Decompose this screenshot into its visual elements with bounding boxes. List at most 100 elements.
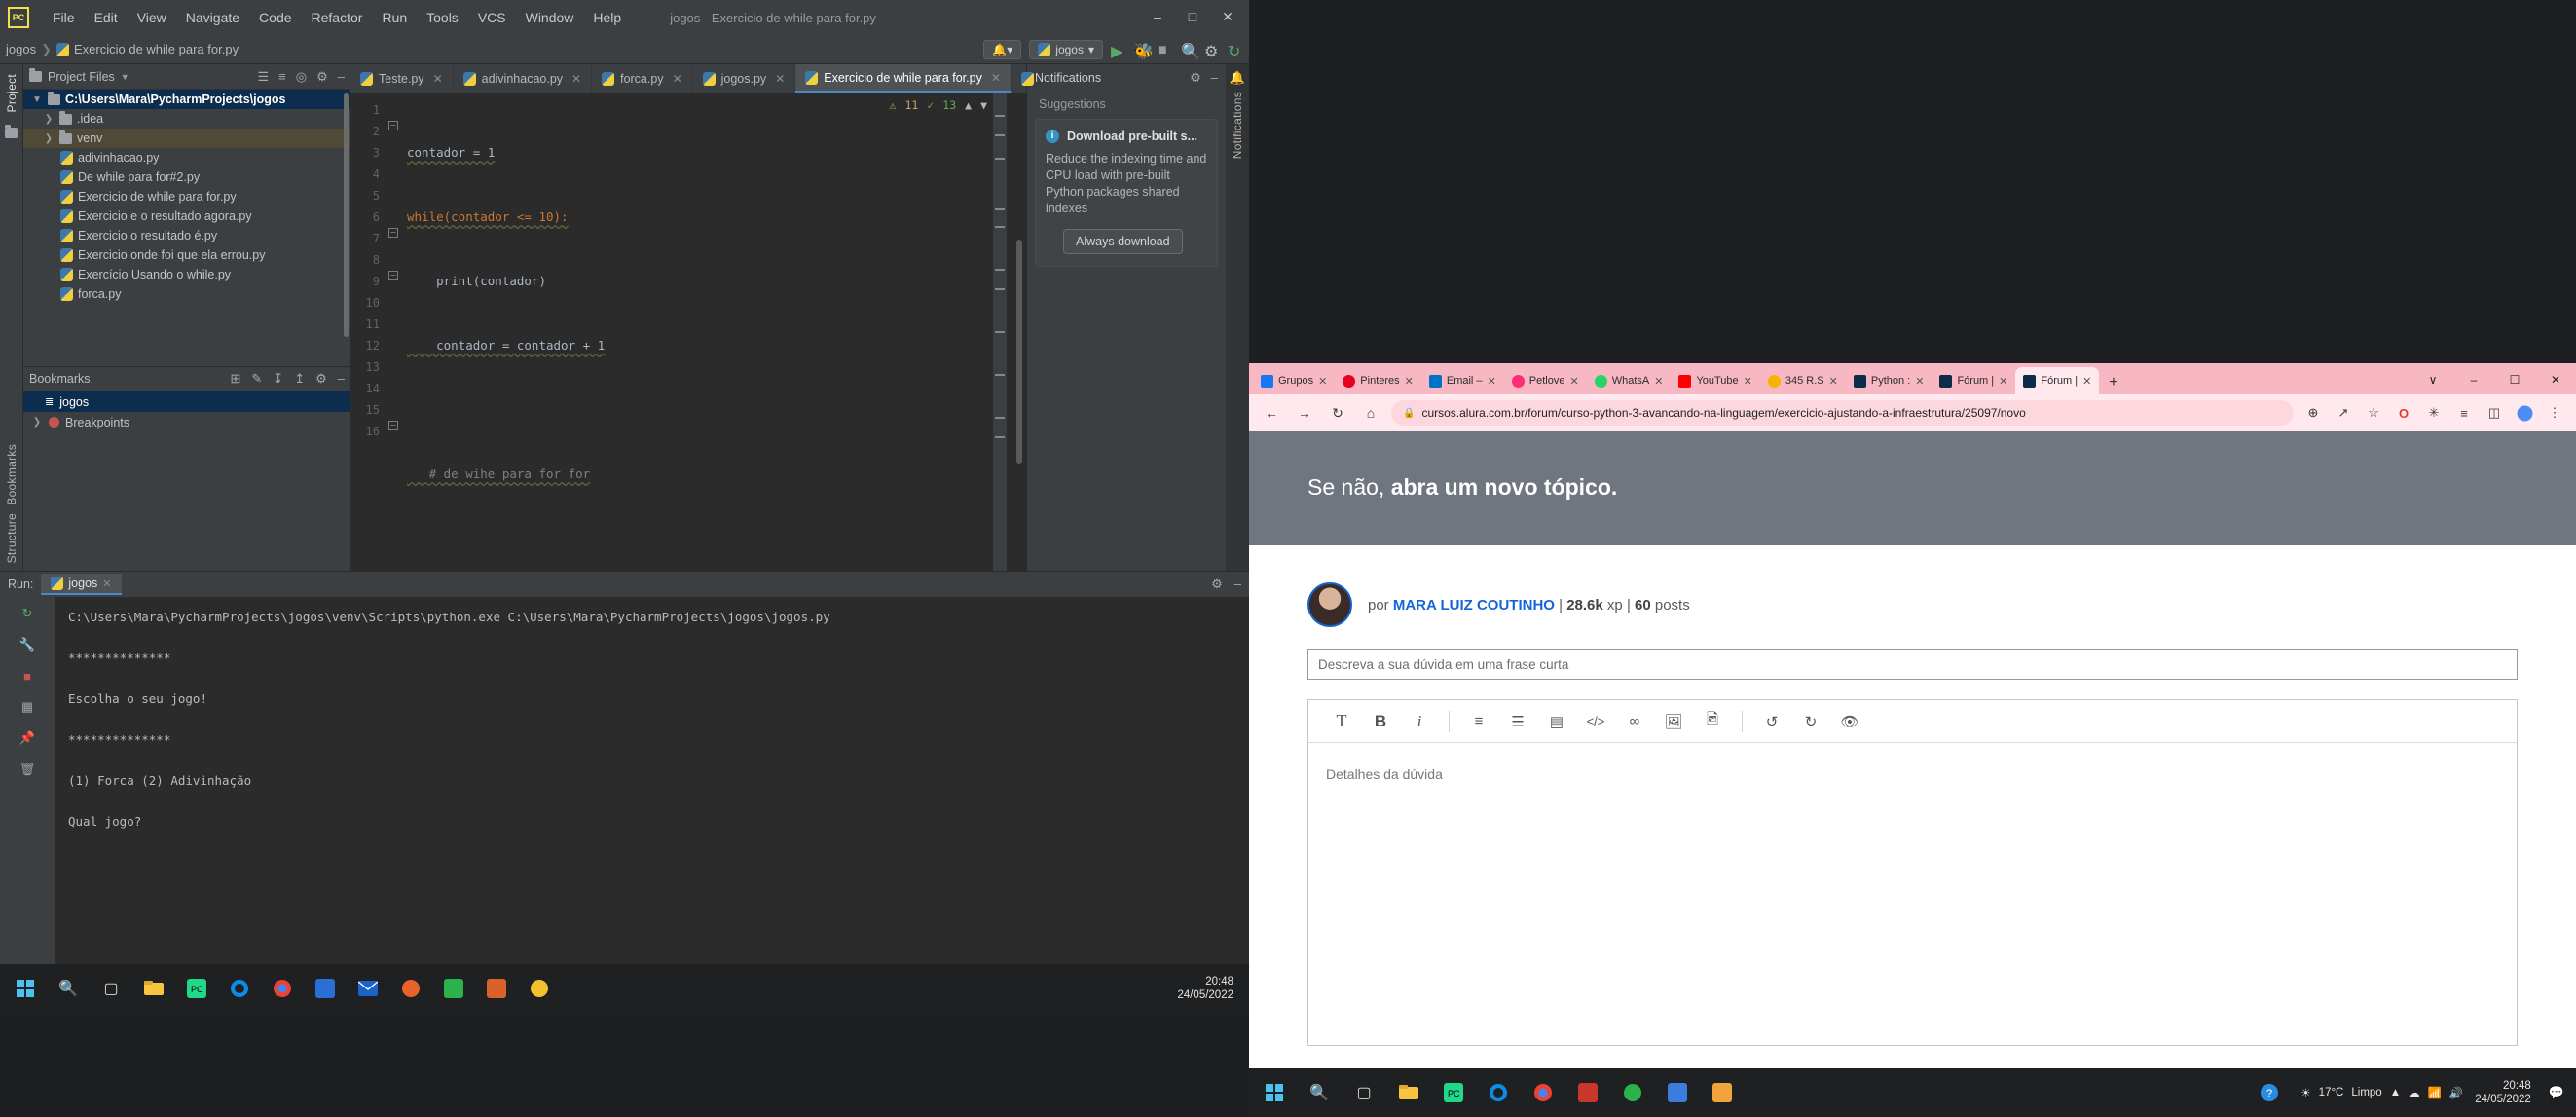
breadcrumb-file[interactable]: Exercicio de while para for.py bbox=[74, 42, 239, 56]
chrome-tab-forum-1[interactable]: Fórum | ✕ bbox=[1932, 367, 2015, 394]
menu-refactor[interactable]: Refactor bbox=[302, 6, 373, 29]
edge-icon[interactable] bbox=[220, 969, 259, 1008]
tree-row-root[interactable]: ▼ C:\Users\Mara\PycharmProjects\jogos bbox=[23, 90, 350, 109]
onedrive-icon[interactable]: ☁ bbox=[2409, 1086, 2420, 1099]
help-icon[interactable]: ? bbox=[2250, 1073, 2289, 1112]
notification-card[interactable]: i Download pre-built s... Reduce the ind… bbox=[1035, 119, 1218, 267]
topic-title-input[interactable]: Descreva a sua dúvida em uma frase curta bbox=[1307, 649, 2518, 680]
collapse-all-icon[interactable]: ☰ bbox=[258, 69, 270, 85]
editor-inspection-badges[interactable]: ⚠ 11 ✓ 13 ▲ ▼ bbox=[890, 98, 987, 112]
menu-view[interactable]: View bbox=[128, 6, 176, 29]
text-style-icon[interactable]: T bbox=[1322, 700, 1361, 743]
tool-strip-notifications[interactable]: Notifications bbox=[1231, 92, 1244, 159]
tab-search-chevron-icon[interactable]: ∨ bbox=[2412, 365, 2453, 394]
tool-strip-structure[interactable]: Structure bbox=[5, 513, 18, 563]
project-scope-chevron-icon[interactable]: ▼ bbox=[121, 72, 129, 82]
search-icon[interactable]: 🔍 bbox=[49, 969, 88, 1008]
extension-icon[interactable]: ✳ bbox=[2422, 401, 2446, 425]
search-icon[interactable]: 🔍 bbox=[1300, 1073, 1339, 1112]
hide-panel-icon[interactable]: – bbox=[338, 69, 345, 84]
chrome-tab-345rs[interactable]: 345 R.S ✕ bbox=[1760, 367, 1846, 394]
windows-start-icon[interactable] bbox=[6, 969, 45, 1008]
always-download-button[interactable]: Always download bbox=[1063, 229, 1183, 254]
hide-panel-icon[interactable]: – bbox=[1234, 577, 1241, 592]
code-editor[interactable]: 1 2 3 4 5 6 7 8 9 10 11 12 13 14 15 16 –… bbox=[350, 93, 1026, 571]
rerun-icon[interactable]: ↻ bbox=[18, 605, 36, 622]
tree-row-file[interactable]: forca.py bbox=[23, 284, 350, 304]
chrome-icon[interactable] bbox=[1524, 1073, 1563, 1112]
minimize-button[interactable]: – bbox=[2453, 365, 2494, 394]
tool-strip-bookmarks[interactable]: Bookmarks bbox=[5, 444, 18, 505]
stop-icon[interactable]: ■ bbox=[18, 667, 36, 685]
edit-bookmark-icon[interactable]: ✎ bbox=[251, 371, 262, 387]
menu-run[interactable]: Run bbox=[372, 6, 417, 29]
weather-desc[interactable]: Limpo bbox=[2351, 1087, 2381, 1098]
editor-tab-adivinhacao[interactable]: adivinhacao.py ✕ bbox=[454, 64, 593, 93]
task-view-icon[interactable]: ▢ bbox=[1344, 1073, 1383, 1112]
table-icon[interactable]: ▤ bbox=[1537, 700, 1576, 743]
sidebar-icon[interactable]: ◫ bbox=[2483, 401, 2506, 425]
menu-help[interactable]: Help bbox=[583, 6, 631, 29]
settings-gear-icon[interactable]: ⚙ bbox=[1204, 42, 1220, 60]
bullet-list-icon[interactable]: ☰ bbox=[1498, 700, 1537, 743]
git-update-icon[interactable]: ↻ bbox=[1228, 42, 1243, 60]
run-settings-icon[interactable]: ⚙ bbox=[1211, 577, 1223, 592]
edge-icon[interactable] bbox=[1479, 1073, 1518, 1112]
chrome-tab-grupos[interactable]: Grupos ✕ bbox=[1253, 367, 1335, 394]
minimize-button[interactable]: – bbox=[1140, 2, 1175, 31]
app-icon[interactable] bbox=[1568, 1073, 1607, 1112]
opera-icon[interactable]: O bbox=[2392, 401, 2415, 425]
forward-arrow-icon[interactable]: → bbox=[1292, 400, 1317, 426]
author-name[interactable]: MARA LUIZ COUTINHO bbox=[1393, 597, 1555, 614]
bold-icon[interactable]: B bbox=[1361, 700, 1400, 743]
fold-marker-icon[interactable]: – bbox=[388, 271, 398, 280]
app2-icon[interactable] bbox=[1613, 1073, 1652, 1112]
chrome-tab-email[interactable]: Email – ✕ bbox=[1421, 367, 1504, 394]
link-icon[interactable]: ∞ bbox=[1615, 700, 1654, 743]
app3-icon[interactable] bbox=[520, 969, 559, 1008]
code-folding-gutter[interactable]: – – – – bbox=[386, 93, 401, 571]
image-icon[interactable]: 🖼 bbox=[1654, 700, 1693, 743]
app-icon[interactable] bbox=[434, 969, 473, 1008]
tool-strip-project[interactable]: Project bbox=[5, 74, 18, 112]
tree-row-file[interactable]: Exercicio e o resultado agora.py bbox=[23, 206, 350, 226]
tree-row-file[interactable]: Exercicio onde foi que ela errou.py bbox=[23, 245, 350, 265]
undo-icon[interactable]: ↺ bbox=[1752, 700, 1791, 743]
notifications-settings-icon[interactable]: ⚙ bbox=[1190, 70, 1201, 86]
ordered-list-icon[interactable]: ≡ bbox=[1459, 700, 1498, 743]
search-everywhere-icon[interactable]: 🔍 bbox=[1181, 42, 1200, 60]
close-tab-icon[interactable]: ✕ bbox=[571, 72, 581, 86]
topic-body-textarea[interactable]: Detalhes da dúvida bbox=[1308, 743, 2517, 1045]
notifications-chip[interactable]: 🔔▾ bbox=[983, 39, 1022, 59]
menu-navigate[interactable]: Navigate bbox=[176, 6, 249, 29]
project-panel-title[interactable]: Project Files bbox=[48, 70, 115, 84]
close-tab-icon[interactable]: ✕ bbox=[673, 72, 682, 86]
close-tab-icon[interactable]: ✕ bbox=[1405, 375, 1414, 388]
close-tab-icon[interactable]: ✕ bbox=[775, 72, 785, 86]
tree-row-idea[interactable]: ❯ .idea bbox=[23, 109, 350, 129]
chrome-tab-petlove[interactable]: Petlove ✕ bbox=[1504, 367, 1587, 394]
editor-marker-column[interactable] bbox=[993, 93, 1007, 571]
close-tab-icon[interactable]: ✕ bbox=[2082, 375, 2091, 388]
maximize-button[interactable]: ☐ bbox=[2494, 365, 2535, 394]
file-explorer-icon[interactable] bbox=[134, 969, 173, 1008]
editor-tab-exercicio-while-for[interactable]: Exercicio de while para for.py ✕ bbox=[795, 64, 1012, 93]
menu-window[interactable]: Window bbox=[516, 6, 584, 29]
pycharm-icon[interactable]: PC bbox=[177, 969, 216, 1008]
bookmarks-settings-icon[interactable]: ⚙ bbox=[315, 371, 327, 387]
fold-marker-icon[interactable]: – bbox=[388, 228, 398, 238]
close-tab-icon[interactable]: ✕ bbox=[1488, 375, 1496, 388]
browser-icon[interactable] bbox=[391, 969, 430, 1008]
menu-edit[interactable]: Edit bbox=[85, 6, 128, 29]
add-bookmark-icon[interactable]: ⊞ bbox=[230, 371, 240, 387]
app2-icon[interactable] bbox=[477, 969, 516, 1008]
menu-file[interactable]: File bbox=[43, 6, 85, 29]
editor-tab-jogos[interactable]: jogos.py ✕ bbox=[693, 64, 796, 93]
new-tab-button[interactable]: + bbox=[2099, 374, 2127, 394]
editor-scrollbar[interactable] bbox=[1016, 240, 1022, 464]
project-tree-scrollbar[interactable] bbox=[344, 93, 349, 337]
preview-eye-icon[interactable]: 👁 bbox=[1830, 700, 1869, 743]
pin-icon[interactable]: 📌 bbox=[18, 729, 36, 747]
close-tab-icon[interactable]: ✕ bbox=[1318, 375, 1327, 388]
edit-configurations-icon[interactable]: 🔧 bbox=[18, 636, 36, 653]
